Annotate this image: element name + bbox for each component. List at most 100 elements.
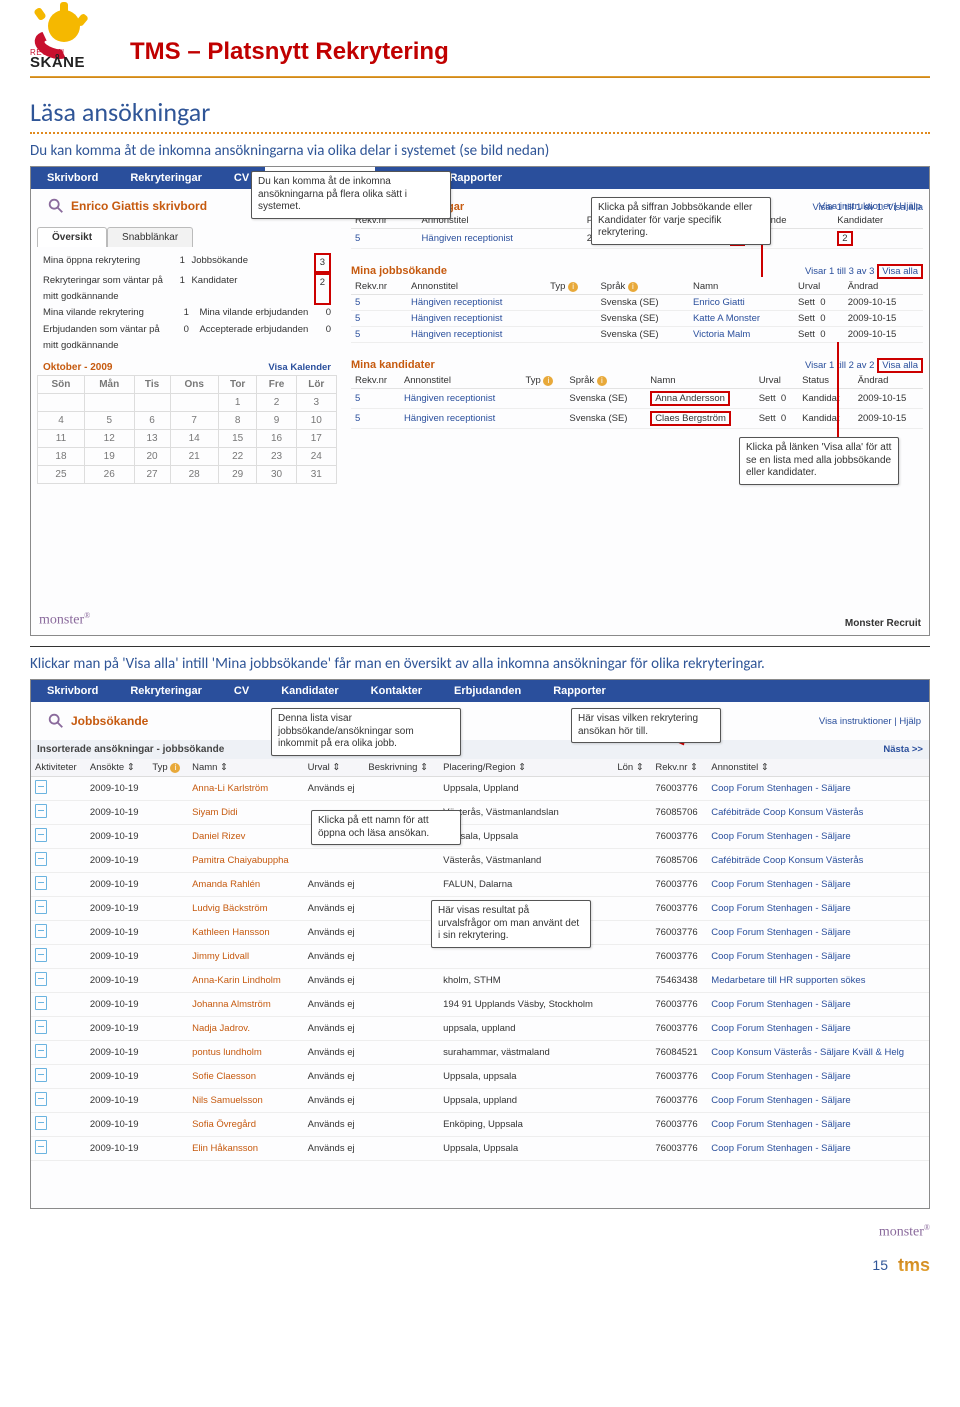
applicant-name-link[interactable]: Nils Samuelsson — [192, 1095, 263, 1106]
applicant-name-link[interactable]: Sofia Övregård — [192, 1119, 256, 1130]
rekv-link[interactable]: 5 — [355, 233, 360, 244]
footer-monster: monster — [879, 1223, 930, 1241]
document-icon[interactable] — [35, 852, 47, 866]
search-icon[interactable] — [47, 712, 65, 730]
document-icon[interactable] — [35, 1116, 47, 1130]
applicant-name-link[interactable]: Ludvig Bäckström — [192, 903, 268, 914]
applicant-name-link[interactable]: Daniel Rizev — [192, 831, 245, 842]
nav-item[interactable]: Kandidater — [265, 680, 354, 702]
document-icon[interactable] — [35, 948, 47, 962]
table-row: 2009-10-19 pontus lundholm Används ejsur… — [31, 1041, 929, 1065]
nav-item[interactable]: Skrivbord — [31, 680, 114, 702]
search-icon[interactable] — [47, 197, 65, 215]
annons-link[interactable]: Medarbetare till HR supporten sökes — [711, 975, 865, 986]
logo-text: SKÅNE — [30, 54, 85, 71]
nav-rekryteringar[interactable]: Rekryteringar — [114, 167, 218, 189]
page-title-jobbsokande: Jobbsökande — [71, 714, 148, 728]
skane-logo: REGION SKÅNE — [30, 10, 100, 70]
applicant-name-link[interactable]: Anna-Li Karlström — [192, 783, 268, 794]
document-icon[interactable] — [35, 780, 47, 794]
annons-link[interactable]: Coop Forum Stenhagen - Säljare — [711, 903, 850, 914]
annons-link[interactable]: Coop Konsum Västerås - Säljare Kväll & H… — [711, 1047, 904, 1058]
applicant-name-link[interactable]: Anna-Karin Lindholm — [192, 975, 281, 986]
annons-link[interactable]: Coop Forum Stenhagen - Säljare — [711, 831, 850, 842]
annons-link[interactable]: Coop Forum Stenhagen - Säljare — [711, 951, 850, 962]
mid-rule — [30, 646, 930, 647]
nav-skrivbord[interactable]: Skrivbord — [31, 167, 114, 189]
dashboard-title: Enrico Giattis skrivbord — [71, 199, 207, 213]
document-icon[interactable] — [35, 1092, 47, 1106]
annons-link[interactable]: Cafébiträde Coop Konsum Västerås — [711, 855, 863, 866]
document-icon[interactable] — [35, 924, 47, 938]
document-icon[interactable] — [35, 900, 47, 914]
document-icon[interactable] — [35, 804, 47, 818]
applicant-name-link[interactable]: Kathleen Hansson — [192, 927, 270, 938]
document-icon[interactable] — [35, 1068, 47, 1082]
nav-item[interactable]: Rekryteringar — [114, 680, 218, 702]
applicant-name-link[interactable]: pontus lundholm — [192, 1047, 262, 1058]
annons-link[interactable]: Coop Forum Stenhagen - Säljare — [711, 783, 850, 794]
annons-link[interactable]: Coop Forum Stenhagen - Säljare — [711, 1071, 850, 1082]
annons-link[interactable]: Coop Forum Stenhagen - Säljare — [711, 1023, 850, 1034]
callout-lista: Denna lista visar jobbsökande/ansökninga… — [271, 708, 461, 756]
calendar-table: SönMånTisOnsTorFreLör 123456789101112131… — [37, 375, 337, 484]
visa-alla-kand[interactable]: Visa alla — [877, 358, 923, 373]
table-row: 2009-10-19 Daniel Rizev Uppsala, Uppsala… — [31, 825, 929, 849]
visa-alla-jobbs[interactable]: Visa alla — [877, 264, 923, 279]
annons-link[interactable]: Hängiven receptionist — [422, 233, 513, 244]
applicant-name-link[interactable]: Johanna Almström — [192, 999, 271, 1010]
table-row: 2009-10-19 Elin Håkansson Används ejUpps… — [31, 1137, 929, 1161]
header-rule — [30, 76, 930, 78]
nav-item[interactable]: Rapporter — [537, 680, 622, 702]
annons-link[interactable]: Coop Forum Stenhagen - Säljare — [711, 1143, 850, 1154]
document-icon[interactable] — [35, 828, 47, 842]
dotted-rule — [30, 132, 930, 134]
applicant-table: AktiviteterAnsökte ⇕Typ iNamn ⇕Urval ⇕Be… — [31, 759, 929, 1161]
jobbs-title: Mina jobbsökande — [351, 265, 447, 277]
applicant-name-link[interactable]: Nadja Jadrov. — [192, 1023, 250, 1034]
callout-rekrytering: Här visas vilken rekrytering ansökan hör… — [571, 708, 721, 743]
callout-siffra: Klicka på siffran Jobbsökande eller Kand… — [591, 197, 771, 245]
table-row: 2009-10-19 Amanda Rahlén Används ejFALUN… — [31, 873, 929, 897]
page-title: TMS – Platsnytt Rekrytering — [130, 38, 449, 66]
applicant-name-link[interactable]: Pamitra Chaiyabuppha — [192, 855, 289, 866]
annons-link[interactable]: Coop Forum Stenhagen - Säljare — [711, 1119, 850, 1130]
nav-item[interactable]: Kontakter — [355, 680, 438, 702]
help-links-2[interactable]: Visa instruktioner | Hjälp — [819, 716, 921, 727]
document-icon[interactable] — [35, 1140, 47, 1154]
screenshot-jobbsokande: SkrivbordRekryteringarCVKandidaterKontak… — [30, 679, 930, 1209]
document-icon[interactable] — [35, 996, 47, 1010]
applicant-name-link[interactable]: Amanda Rahlén — [192, 879, 260, 890]
nav-item[interactable]: Erbjudanden — [438, 680, 537, 702]
table-row: 2009-10-19 Siyam Didi Västerås, Västmanl… — [31, 801, 929, 825]
monster-logo: monster — [39, 611, 90, 629]
applicant-name-link[interactable]: Jimmy Lidvall — [192, 951, 249, 962]
applicant-name-link[interactable]: Sofie Claesson — [192, 1071, 256, 1082]
footer-tms: tms — [898, 1255, 930, 1276]
table-row: 2009-10-19 Sofie Claesson Används ejUpps… — [31, 1065, 929, 1089]
document-icon[interactable] — [35, 1020, 47, 1034]
intro-text: Du kan komma åt de inkomna ansökningarna… — [30, 142, 930, 160]
annons-link[interactable]: Coop Forum Stenhagen - Säljare — [711, 879, 850, 890]
kand-title: Mina kandidater — [351, 359, 435, 371]
calendar-link[interactable]: Visa Kalender — [268, 362, 331, 373]
senaste-meta[interactable]: Visar 1 till 1 av 1. Visa alla — [812, 202, 923, 213]
nav-bar-2: SkrivbordRekryteringarCVKandidaterKontak… — [31, 680, 929, 702]
applicant-name-link[interactable]: Siyam Didi — [192, 807, 237, 818]
applicant-name-link[interactable]: Elin Håkansson — [192, 1143, 258, 1154]
body-paragraph: Klickar man på 'Visa alla' intill 'Mina … — [30, 655, 930, 673]
nav-bar: Skrivbord Rekryteringar CV nden Rapporte… — [31, 167, 929, 189]
tab-oversikt[interactable]: Översikt — [37, 227, 107, 247]
annons-link[interactable]: Coop Forum Stenhagen - Säljare — [711, 999, 850, 1010]
kandidater-count[interactable]: 2 — [837, 231, 852, 246]
annons-link[interactable]: Cafébiträde Coop Konsum Västerås — [711, 807, 863, 818]
nav-item[interactable]: CV — [218, 680, 265, 702]
next-link[interactable]: Nästa >> — [883, 744, 923, 755]
document-icon[interactable] — [35, 972, 47, 986]
document-icon[interactable] — [35, 876, 47, 890]
screenshot-dashboard: Skrivbord Rekryteringar CV nden Rapporte… — [30, 166, 930, 636]
annons-link[interactable]: Coop Forum Stenhagen - Säljare — [711, 1095, 850, 1106]
tab-snabblankar[interactable]: Snabblänkar — [107, 227, 193, 247]
document-icon[interactable] — [35, 1044, 47, 1058]
annons-link[interactable]: Coop Forum Stenhagen - Säljare — [711, 927, 850, 938]
